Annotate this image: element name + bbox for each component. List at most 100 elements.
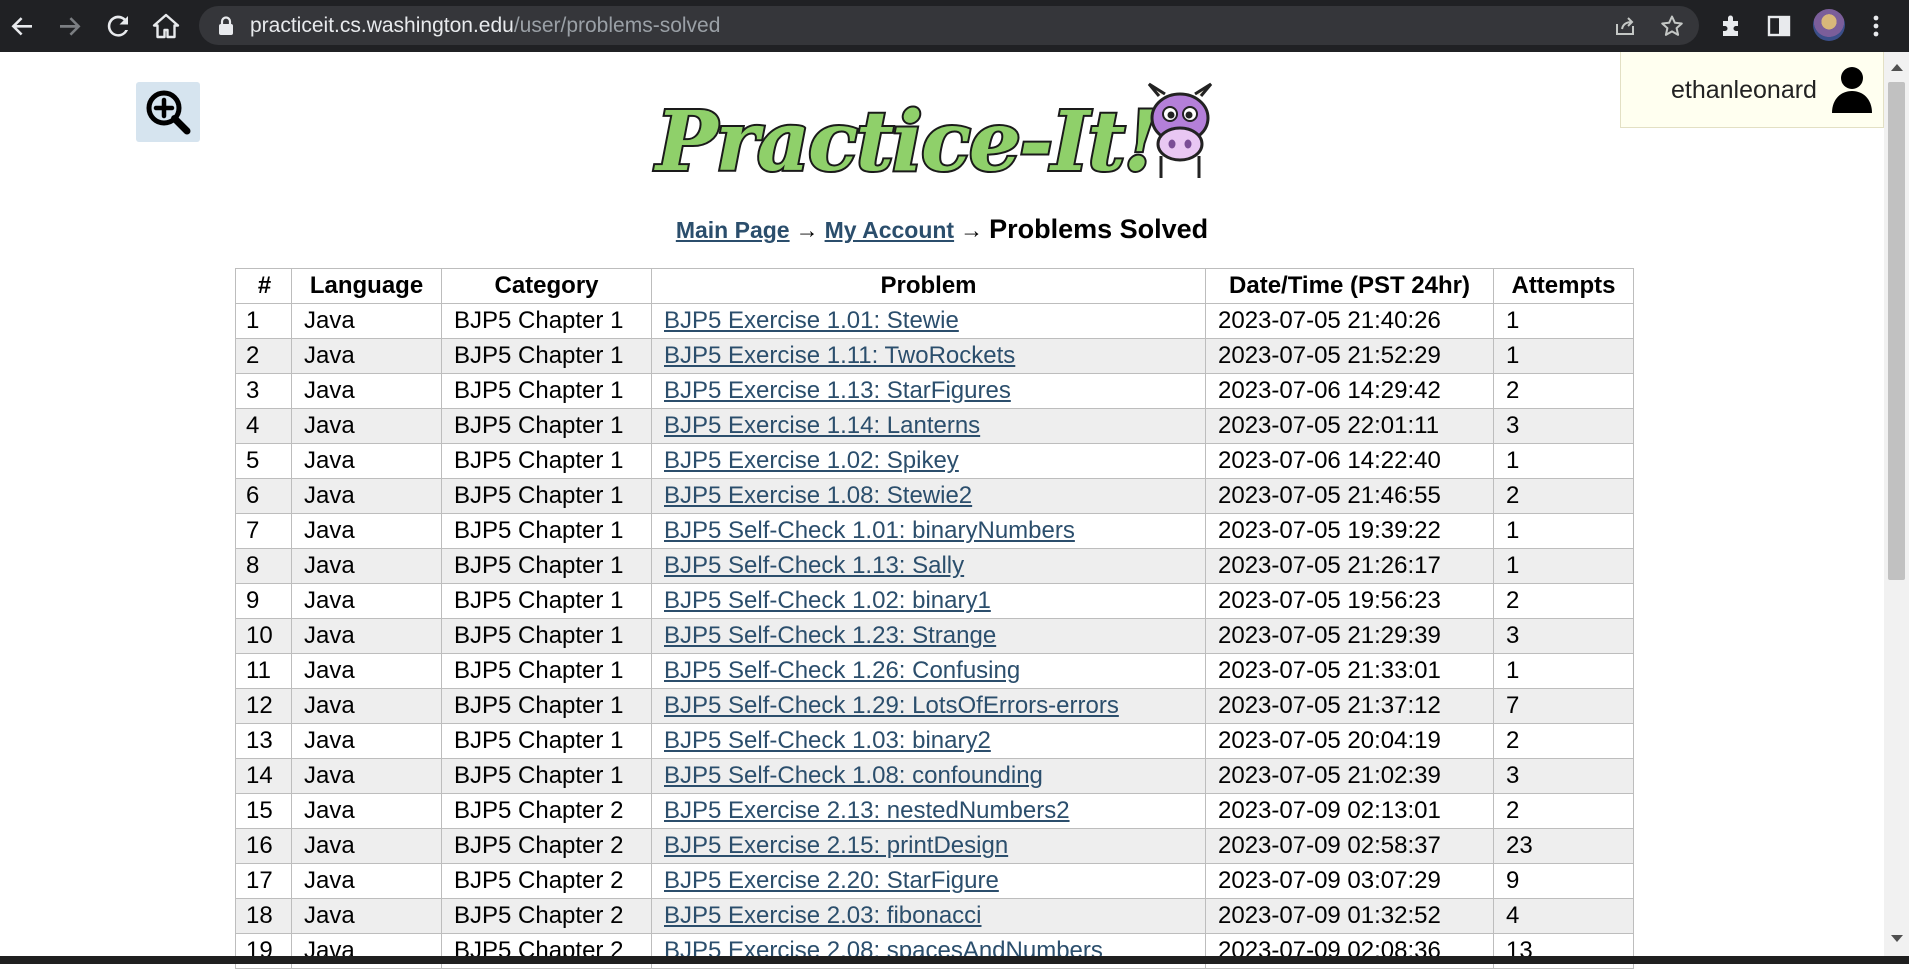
cell-datetime: 2023-07-05 21:40:26 xyxy=(1205,303,1494,339)
cell-number: 17 xyxy=(235,863,292,899)
problem-link[interactable]: BJP5 Self-Check 1.08: confounding xyxy=(664,762,1043,789)
zoom-button[interactable] xyxy=(136,82,200,142)
cell-category: BJP5 Chapter 2 xyxy=(441,828,652,864)
breadcrumb-main-page-link[interactable]: Main Page xyxy=(676,217,790,243)
problem-link[interactable]: BJP5 Exercise 1.02: Spikey xyxy=(664,447,959,474)
cell-attempts: 2 xyxy=(1493,723,1634,759)
cell-datetime: 2023-07-05 21:29:39 xyxy=(1205,618,1494,654)
side-panel-icon[interactable] xyxy=(1765,12,1793,40)
cell-attempts: 3 xyxy=(1493,758,1634,794)
cell-language: Java xyxy=(291,653,442,689)
cell-category: BJP5 Chapter 1 xyxy=(441,478,652,514)
cell-datetime: 2023-07-05 21:46:55 xyxy=(1205,478,1494,514)
problem-link[interactable]: BJP5 Self-Check 1.29: LotsOfErrors-error… xyxy=(664,692,1119,719)
profile-avatar[interactable] xyxy=(1813,9,1845,41)
problem-link[interactable]: BJP5 Exercise 1.08: Stewie2 xyxy=(664,482,972,509)
cell-category: BJP5 Chapter 1 xyxy=(441,443,652,479)
problem-link[interactable]: BJP5 Exercise 1.11: TwoRockets xyxy=(664,342,1015,369)
url-text[interactable]: practiceit.cs.washington.edu/user/proble… xyxy=(250,15,720,37)
scroll-up-arrow-icon[interactable] xyxy=(1891,64,1903,71)
cell-language: Java xyxy=(291,898,442,934)
url-path: /user/problems-solved xyxy=(513,14,721,37)
cell-datetime: 2023-07-05 21:52:29 xyxy=(1205,338,1494,374)
cell-problem: BJP5 Exercise 2.03: fibonacci xyxy=(651,898,1206,934)
address-bar[interactable]: practiceit.cs.washington.edu/user/proble… xyxy=(199,6,1699,45)
problem-link[interactable]: BJP5 Self-Check 1.01: binaryNumbers xyxy=(664,517,1075,544)
table-row: 7 Java BJP5 Chapter 1 BJP5 Self-Check 1.01:… xyxy=(235,513,1634,549)
arrow-right-icon xyxy=(60,17,81,36)
cell-datetime: 2023-07-05 19:39:22 xyxy=(1205,513,1494,549)
table-row: 9 Java BJP5 Chapter 1 BJP5 Self-Check 1.02:… xyxy=(235,583,1634,619)
cell-language: Java xyxy=(291,408,442,444)
problem-link[interactable]: BJP5 Self-Check 1.13: Sally xyxy=(664,552,964,579)
cell-problem: BJP5 Exercise 1.13: StarFigures xyxy=(651,373,1206,409)
cell-category: BJP5 Chapter 2 xyxy=(441,898,652,934)
cell-problem: BJP5 Exercise 1.02: Spikey xyxy=(651,443,1206,479)
username[interactable]: ethanleonard xyxy=(1671,76,1817,105)
column-header-datetime: Date/Time (PST 24hr) xyxy=(1205,268,1494,304)
table-row: 1 Java BJP5 Chapter 1 BJP5 Exercise 1.01: S… xyxy=(235,303,1634,339)
cell-language: Java xyxy=(291,338,442,374)
practice-it-logo: Practice-It! xyxy=(652,82,1213,192)
column-header-number: # xyxy=(235,268,292,304)
cell-language: Java xyxy=(291,723,442,759)
table-row: 13 Java BJP5 Chapter 1 BJP5 Self-Check 1.03… xyxy=(235,723,1634,759)
column-header-problem: Problem xyxy=(651,268,1206,304)
kebab-menu-icon[interactable] xyxy=(1862,12,1890,40)
arrow-left-icon xyxy=(11,17,32,36)
cell-problem: BJP5 Self-Check 1.13: Sally xyxy=(651,548,1206,584)
page-content: Practice-It! ethanleonard Main Page → My A… xyxy=(0,52,1884,969)
problem-link[interactable]: BJP5 Exercise 1.13: StarFigures xyxy=(664,377,1011,404)
column-header-language: Language xyxy=(291,268,442,304)
home-button[interactable] xyxy=(150,10,182,42)
cell-category: BJP5 Chapter 1 xyxy=(441,653,652,689)
breadcrumb-my-account-link[interactable]: My Account xyxy=(825,217,955,243)
table-row: 12 Java BJP5 Chapter 1 BJP5 Self-Check 1.29… xyxy=(235,688,1634,724)
cell-datetime: 2023-07-09 03:07:29 xyxy=(1205,863,1494,899)
cell-number: 8 xyxy=(235,548,292,584)
breadcrumb-separator: → xyxy=(795,217,819,243)
problem-link[interactable]: BJP5 Exercise 2.15: printDesign xyxy=(664,832,1008,859)
cell-attempts: 3 xyxy=(1493,408,1634,444)
cell-problem: BJP5 Self-Check 1.23: Strange xyxy=(651,618,1206,654)
cell-number: 4 xyxy=(235,408,292,444)
star-icon[interactable] xyxy=(1660,14,1684,38)
cell-problem: BJP5 Self-Check 1.01: binaryNumbers xyxy=(651,513,1206,549)
cell-language: Java xyxy=(291,793,442,829)
bottom-edge xyxy=(0,956,1909,964)
cell-category: BJP5 Chapter 1 xyxy=(441,513,652,549)
cell-problem: BJP5 Self-Check 1.03: binary2 xyxy=(651,723,1206,759)
url-host: practiceit.cs.washington.edu xyxy=(250,14,514,37)
cell-attempts: 1 xyxy=(1493,443,1634,479)
user-badge[interactable]: ethanleonard xyxy=(1620,52,1884,128)
cell-category: BJP5 Chapter 1 xyxy=(441,303,652,339)
cell-datetime: 2023-07-05 21:37:12 xyxy=(1205,688,1494,724)
problem-link[interactable]: BJP5 Self-Check 1.02: binary1 xyxy=(664,587,991,614)
problem-link[interactable]: BJP5 Self-Check 1.23: Strange xyxy=(664,622,996,649)
share-icon[interactable] xyxy=(1613,14,1637,38)
table-row: 3 Java BJP5 Chapter 1 BJP5 Exercise 1.13: S… xyxy=(235,373,1634,409)
table-row: 16 Java BJP5 Chapter 2 BJP5 Exercise 2.15: … xyxy=(235,828,1634,864)
forward-button[interactable] xyxy=(54,10,86,42)
puzzle-icon[interactable] xyxy=(1718,12,1746,40)
scroll-down-arrow-icon[interactable] xyxy=(1891,935,1903,942)
vertical-scrollbar[interactable] xyxy=(1884,52,1909,956)
problem-link[interactable]: BJP5 Exercise 1.14: Lanterns xyxy=(664,412,980,439)
svg-text:Practice-It!: Practice-It! xyxy=(654,94,1157,190)
problem-link[interactable]: BJP5 Exercise 1.01: Stewie xyxy=(664,307,959,334)
cell-language: Java xyxy=(291,863,442,899)
scrollbar-thumb[interactable] xyxy=(1888,82,1905,580)
problem-link[interactable]: BJP5 Self-Check 1.03: binary2 xyxy=(664,727,991,754)
cell-problem: BJP5 Exercise 1.08: Stewie2 xyxy=(651,478,1206,514)
cell-problem: BJP5 Self-Check 1.26: Confusing xyxy=(651,653,1206,689)
problem-link[interactable]: BJP5 Exercise 2.13: nestedNumbers2 xyxy=(664,797,1070,824)
table-row: 11 Java BJP5 Chapter 1 BJP5 Self-Check 1.26… xyxy=(235,653,1634,689)
problem-link[interactable]: BJP5 Exercise 2.03: fibonacci xyxy=(664,902,982,929)
cell-language: Java xyxy=(291,303,442,339)
back-button[interactable] xyxy=(6,10,38,42)
reload-button[interactable] xyxy=(102,10,134,42)
cell-problem: BJP5 Self-Check 1.08: confounding xyxy=(651,758,1206,794)
problem-link[interactable]: BJP5 Exercise 2.20: StarFigure xyxy=(664,867,999,894)
reload-icon xyxy=(107,15,128,37)
problem-link[interactable]: BJP5 Self-Check 1.26: Confusing xyxy=(664,657,1020,684)
